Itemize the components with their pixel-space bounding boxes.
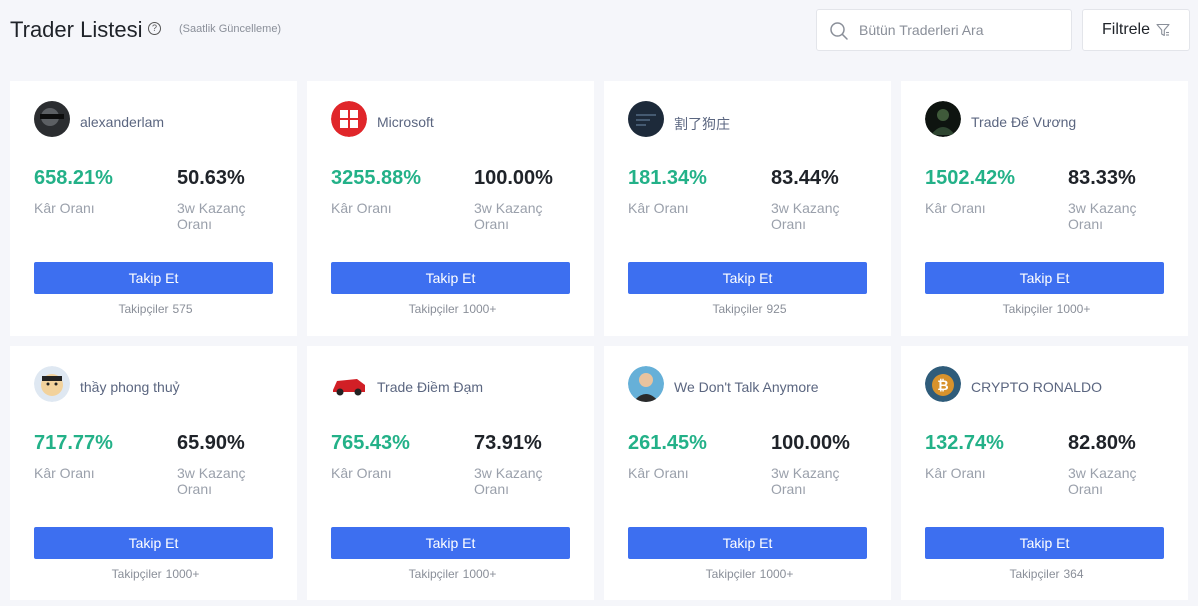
follow-button[interactable]: Takip Et: [925, 262, 1164, 294]
profit-rate-label: Kâr Oranı: [925, 200, 986, 216]
search-icon: [830, 22, 848, 40]
profit-rate-value: 181.34%: [628, 167, 707, 189]
dark-figure-avatar: [925, 101, 961, 137]
win-rate-label: 3w Kazanç Oranı: [1068, 200, 1137, 232]
trader-name[interactable]: Microsoft: [377, 114, 434, 130]
trader-card[interactable]: alexanderlam 658.21% 50.63% Kâr Oranı 3w…: [10, 81, 297, 336]
follow-button[interactable]: Takip Et: [925, 527, 1164, 559]
win-rate-label: 3w Kazanç Oranı: [177, 465, 246, 497]
followers-label: Takipçiler: [111, 567, 162, 581]
profit-rate-value: 717.77%: [34, 432, 113, 454]
followers-value: 1000+: [165, 567, 200, 581]
win-rate-label: 3w Kazanç Oranı: [474, 465, 543, 497]
profit-rate-label: Kâr Oranı: [34, 465, 95, 481]
win-rate-label: 3w Kazanç Oranı: [177, 200, 246, 232]
followers-value: 1000+: [462, 302, 497, 316]
trader-card[interactable]: Trade Điềm Đạm 765.43% 73.91% Kâr Oranı …: [307, 346, 594, 600]
person-photo-avatar: [628, 366, 664, 402]
update-frequency-note: (Saatlik Güncelleme): [179, 23, 282, 35]
page-title: Trader Listesi: [10, 17, 143, 42]
profit-rate-value: 261.45%: [628, 432, 707, 454]
page-header: Trader Listesi ? (Saatlik Güncelleme) Fi…: [0, 0, 1198, 60]
follow-button[interactable]: Takip Et: [34, 262, 273, 294]
followers-count: Takipçiler 1000+: [307, 302, 594, 316]
search-box[interactable]: [816, 9, 1072, 51]
profit-rate-label: Kâr Oranı: [628, 200, 689, 216]
svg-text:₿: ₿: [937, 378, 948, 394]
trader-card[interactable]: 割了狗庄 181.34% 83.44% Kâr Oranı 3w Kazanç …: [604, 81, 891, 336]
followers-label: Takipçiler: [408, 567, 459, 581]
win-rate-label: 3w Kazanç Oranı: [1068, 465, 1137, 497]
followers-count: Takipçiler 364: [901, 567, 1188, 581]
trader-name[interactable]: Trade Điềm Đạm: [377, 379, 483, 395]
follow-button[interactable]: Takip Et: [628, 527, 867, 559]
win-rate-value: 100.00%: [771, 432, 850, 454]
trader-card[interactable]: thầy phong thuỷ 717.77% 65.90% Kâr Oranı…: [10, 346, 297, 600]
followers-label: Takipçiler: [118, 302, 169, 316]
followers-count: Takipçiler 1000+: [604, 567, 891, 581]
trader-name[interactable]: thầy phong thuỷ: [80, 379, 180, 395]
follow-button[interactable]: Takip Et: [331, 527, 570, 559]
followers-count: Takipçiler 1000+: [901, 302, 1188, 316]
win-rate-label: 3w Kazanç Oranı: [771, 200, 840, 232]
microsoft-logo-avatar: [331, 101, 367, 137]
trader-card[interactable]: Trade Đế Vương 1502.42% 83.33% Kâr Oranı…: [901, 81, 1188, 336]
followers-value: 925: [766, 302, 787, 316]
followers-count: Takipçiler 1000+: [307, 567, 594, 581]
filter-icon: [1156, 23, 1170, 37]
win-rate-value: 65.90%: [177, 432, 245, 454]
win-rate-value: 50.63%: [177, 167, 245, 189]
profit-rate-value: 1502.42%: [925, 167, 1016, 189]
trader-name[interactable]: 割了狗庄: [674, 114, 730, 134]
followers-value: 1000+: [759, 567, 794, 581]
win-rate-value: 73.91%: [474, 432, 542, 454]
help-icon[interactable]: ?: [148, 22, 161, 35]
followers-count: Takipçiler 925: [604, 302, 891, 316]
trader-name[interactable]: CRYPTO RONALDO: [971, 379, 1102, 395]
profit-rate-value: 658.21%: [34, 167, 113, 189]
followers-value: 1000+: [1056, 302, 1091, 316]
trader-card[interactable]: We Don't Talk Anymore 261.45% 100.00% Kâ…: [604, 346, 891, 600]
profit-rate-label: Kâr Oranı: [331, 200, 392, 216]
red-car-avatar: [331, 366, 367, 402]
profit-rate-label: Kâr Oranı: [34, 200, 95, 216]
win-rate-label: 3w Kazanç Oranı: [771, 465, 840, 497]
profit-rate-label: Kâr Oranı: [925, 465, 986, 481]
trader-name[interactable]: Trade Đế Vương: [971, 114, 1076, 130]
profit-rate-value: 132.74%: [925, 432, 1004, 454]
win-rate-value: 100.00%: [474, 167, 553, 189]
followers-label: Takipçiler: [712, 302, 763, 316]
followers-count: Takipçiler 575: [10, 302, 297, 316]
followers-count: Takipçiler 1000+: [10, 567, 297, 581]
profit-rate-label: Kâr Oranı: [331, 465, 392, 481]
trader-name[interactable]: We Don't Talk Anymore: [674, 379, 819, 395]
trader-card[interactable]: ₿ CRYPTO RONALDO 132.74% 82.80% Kâr Oran…: [901, 346, 1188, 600]
filter-label: Filtrele: [1101, 21, 1150, 38]
filter-button[interactable]: Filtrele: [1082, 9, 1190, 51]
followers-value: 1000+: [462, 567, 497, 581]
follow-button[interactable]: Takip Et: [628, 262, 867, 294]
followers-label: Takipçiler: [1002, 302, 1053, 316]
win-rate-value: 83.44%: [771, 167, 839, 189]
dark-screen-avatar: [628, 101, 664, 137]
follow-button[interactable]: Takip Et: [34, 527, 273, 559]
followers-label: Takipçiler: [408, 302, 459, 316]
cartoon-avatar: [34, 366, 70, 402]
trader-card[interactable]: Microsoft 3255.88% 100.00% Kâr Oranı 3w …: [307, 81, 594, 336]
search-input[interactable]: [859, 10, 1064, 50]
followers-label: Takipçiler: [705, 567, 756, 581]
win-rate-label: 3w Kazanç Oranı: [474, 200, 543, 232]
followers-value: 364: [1063, 567, 1084, 581]
trader-name[interactable]: alexanderlam: [80, 114, 164, 130]
win-rate-value: 83.33%: [1068, 167, 1136, 189]
profit-rate-value: 3255.88%: [331, 167, 422, 189]
bitcoin-avatar: ₿: [925, 366, 961, 402]
followers-label: Takipçiler: [1009, 567, 1060, 581]
dark-photo-avatar: [34, 101, 70, 137]
win-rate-value: 82.80%: [1068, 432, 1136, 454]
followers-value: 575: [172, 302, 193, 316]
profit-rate-value: 765.43%: [331, 432, 410, 454]
follow-button[interactable]: Takip Et: [331, 262, 570, 294]
profit-rate-label: Kâr Oranı: [628, 465, 689, 481]
